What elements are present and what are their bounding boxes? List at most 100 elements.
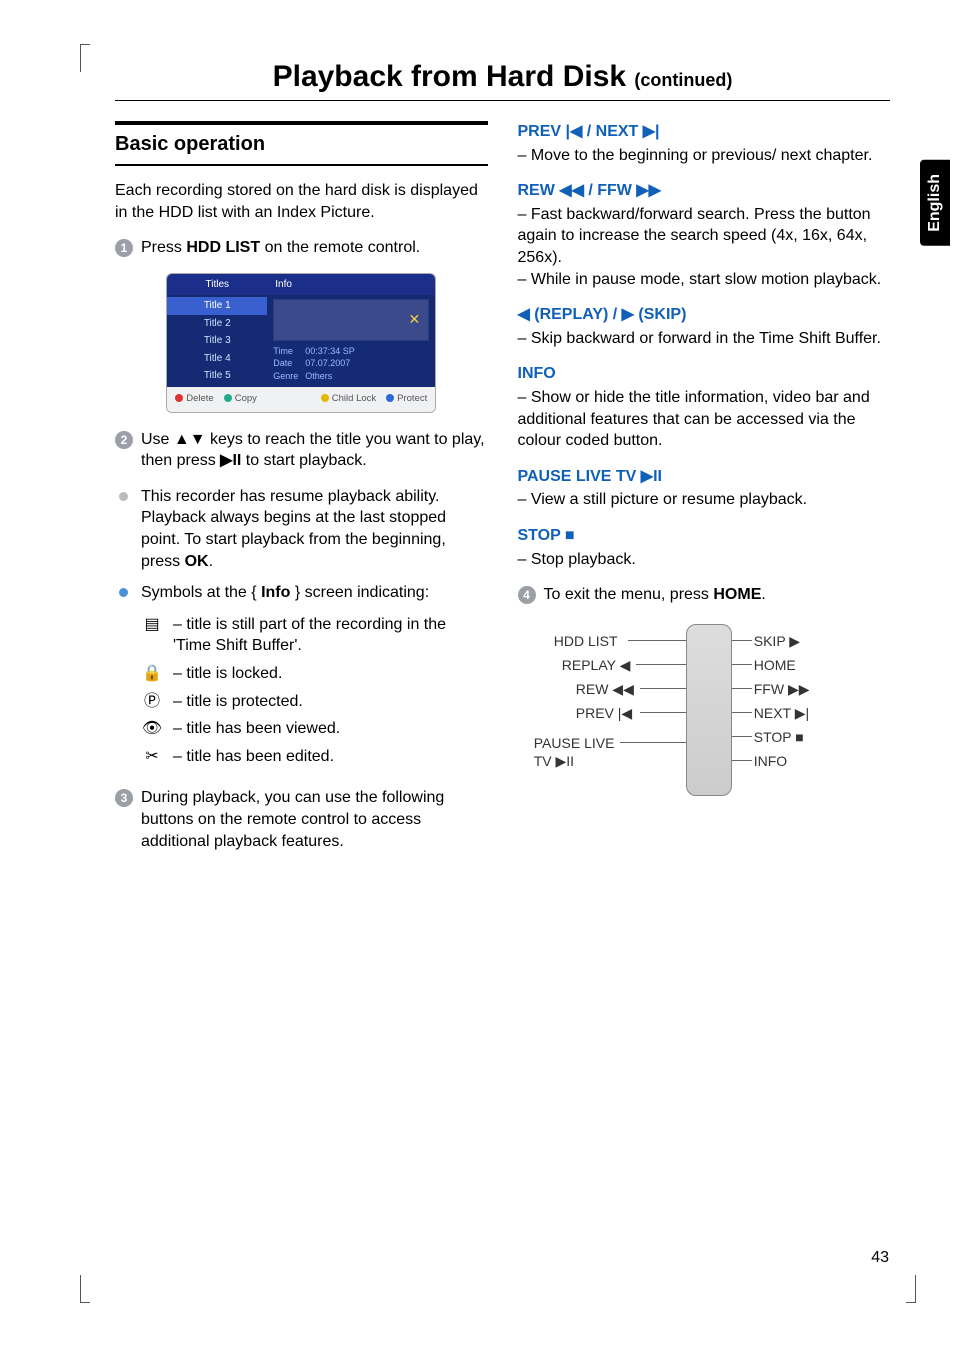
leader-line bbox=[732, 664, 752, 665]
hdd-list-screenshot: Titles Info Title 1 Title 2 Title 3 Titl… bbox=[166, 273, 436, 413]
bullet-resume-b: OK bbox=[185, 553, 209, 570]
hdd-title-row: Title 5 bbox=[167, 367, 267, 385]
remote-label-next: NEXT ▶| bbox=[754, 704, 809, 723]
left-column: Basic operation Each recording stored on… bbox=[115, 121, 488, 866]
page-title-main: Playback from Hard Disk bbox=[273, 60, 626, 93]
symbol-viewed-row: 👁 – title has been viewed. bbox=[115, 718, 488, 740]
symbol-protected-text: – title is protected. bbox=[173, 691, 303, 713]
leader-line bbox=[640, 688, 686, 689]
symbol-locked-text: – title is locked. bbox=[173, 663, 282, 685]
eye-icon: 👁 bbox=[141, 718, 163, 740]
hdd-title-row: Title 1 bbox=[167, 297, 267, 315]
remote-label-home: HOME bbox=[754, 656, 796, 675]
step-3: 3 During playback, you can use the follo… bbox=[115, 787, 488, 852]
page-title: Playback from Hard Disk (continued) bbox=[115, 60, 890, 101]
symbol-locked-row: 🔒 – title is locked. bbox=[115, 663, 488, 685]
step-2-text-b: ▶II bbox=[220, 452, 241, 469]
body-prev-next: – Move to the beginning or previous/ nex… bbox=[518, 145, 891, 167]
step-2: 2 Use ▲▼ keys to reach the title you wan… bbox=[115, 429, 488, 472]
section-heading-basic-operation: Basic operation bbox=[115, 121, 488, 166]
leader-line bbox=[732, 688, 752, 689]
body-rew-ffw-1: – Fast backward/forward search. Press th… bbox=[518, 204, 891, 269]
symbol-viewed-text: – title has been viewed. bbox=[173, 718, 340, 740]
step-number-3-icon: 3 bbox=[115, 789, 133, 807]
scissors-icon: ✂ bbox=[141, 746, 163, 768]
hdd-footer: Delete Copy Child Lock Protect bbox=[167, 387, 435, 412]
leader-line bbox=[732, 640, 752, 641]
tsb-icon: ▤ bbox=[141, 614, 163, 636]
remote-label-pause-2: TV ▶II bbox=[534, 752, 574, 771]
remote-label-rew: REW ◀◀ bbox=[576, 680, 634, 699]
leader-line bbox=[732, 760, 752, 761]
bullet-resume: This recorder has resume playback abilit… bbox=[115, 486, 488, 572]
remote-label-pause-1: PAUSE LIVE bbox=[534, 734, 615, 753]
hdd-meta-time: Time00:37:34 SP bbox=[273, 345, 429, 357]
body-replay-skip: – Skip backward or forward in the Time S… bbox=[518, 328, 891, 350]
hdd-foot-childlock: Child Lock bbox=[321, 393, 376, 406]
step-4-text-c: . bbox=[761, 586, 765, 603]
remote-label-hdd-list: HDD LIST bbox=[554, 632, 618, 651]
heading-pause: PAUSE LIVE TV ▶II bbox=[518, 466, 891, 488]
leader-line bbox=[640, 712, 686, 713]
protected-icon: Ⓟ bbox=[141, 691, 163, 713]
page-number: 43 bbox=[871, 1249, 889, 1267]
leader-line bbox=[732, 736, 752, 737]
remote-label-stop: STOP ■ bbox=[754, 728, 804, 747]
heading-stop: STOP ■ bbox=[518, 525, 891, 547]
remote-label-ffw: FFW ▶▶ bbox=[754, 680, 810, 699]
symbol-edited-text: – title has been edited. bbox=[173, 746, 334, 768]
crop-mark bbox=[80, 1275, 90, 1303]
bullet-symbols-a: Symbols at the { bbox=[141, 584, 261, 601]
step-4-text-a: To exit the menu, press bbox=[544, 586, 714, 603]
right-column: PREV |◀ / NEXT ▶| – Move to the beginnin… bbox=[518, 121, 891, 866]
crop-mark bbox=[906, 1275, 916, 1303]
heading-rew-ffw: REW ◀◀ / FFW ▶▶ bbox=[518, 180, 891, 202]
lock-icon: 🔒 bbox=[141, 663, 163, 685]
body-pause: – View a still picture or resume playbac… bbox=[518, 489, 891, 511]
body-rew-ffw-2: – While in pause mode, start slow motion… bbox=[518, 269, 891, 291]
crop-mark bbox=[80, 44, 90, 72]
heading-prev-next: PREV |◀ / NEXT ▶| bbox=[518, 121, 891, 143]
remote-label-info: INFO bbox=[754, 752, 787, 771]
hdd-title-row: Title 2 bbox=[167, 315, 267, 333]
step-1: 1 Press HDD LIST on the remote control. bbox=[115, 237, 488, 259]
leader-line bbox=[620, 742, 686, 743]
leader-line bbox=[636, 664, 686, 665]
heading-info: INFO bbox=[518, 363, 891, 385]
remote-label-prev: PREV |◀ bbox=[576, 704, 632, 723]
leader-line bbox=[628, 640, 686, 641]
step-2-text-c: to start playback. bbox=[241, 452, 366, 469]
bullet-symbols-c: } screen indicating: bbox=[290, 584, 429, 601]
step-4: 4 To exit the menu, press HOME. bbox=[518, 584, 891, 606]
hdd-meta-genre: GenreOthers bbox=[273, 370, 429, 382]
symbol-edited-row: ✂ – title has been edited. bbox=[115, 746, 488, 768]
page-title-continued: (continued) bbox=[634, 70, 732, 90]
hdd-header: Titles Info bbox=[167, 274, 435, 296]
hdd-title-row: Title 3 bbox=[167, 332, 267, 350]
leader-line bbox=[732, 712, 752, 713]
hdd-title-list: Title 1 Title 2 Title 3 Title 4 Title 5 bbox=[167, 295, 267, 387]
step-number-1-icon: 1 bbox=[115, 239, 133, 257]
symbol-tsb-row: ▤ – title is still part of the recording… bbox=[115, 614, 488, 657]
hdd-info-panel: Time00:37:34 SP Date07.07.2007 GenreOthe… bbox=[267, 295, 435, 387]
language-tab: English bbox=[920, 160, 950, 246]
step-3-text: During playback, you can use the followi… bbox=[141, 789, 444, 849]
step-1-text-b: HDD LIST bbox=[186, 239, 260, 256]
remote-label-replay: REPLAY ◀ bbox=[562, 656, 631, 675]
step-number-4-icon: 4 bbox=[518, 586, 536, 604]
page-content: English Playback from Hard Disk (continu… bbox=[115, 60, 890, 866]
remote-diagram: HDD LIST REPLAY ◀ REW ◀◀ PREV |◀ PAUSE L… bbox=[554, 620, 854, 820]
step-4-text-b: HOME bbox=[713, 586, 761, 603]
symbol-protected-row: Ⓟ – title is protected. bbox=[115, 691, 488, 713]
hdd-foot-copy: Copy bbox=[224, 393, 257, 406]
intro-paragraph: Each recording stored on the hard disk i… bbox=[115, 180, 488, 223]
step-number-2-icon: 2 bbox=[115, 431, 133, 449]
hdd-col-info: Info bbox=[267, 274, 435, 296]
symbol-tsb-text: – title is still part of the recording i… bbox=[173, 614, 488, 657]
hdd-thumbnail bbox=[273, 299, 429, 341]
remote-body-icon bbox=[686, 624, 732, 796]
body-info: – Show or hide the title information, vi… bbox=[518, 387, 891, 452]
bullet-symbols: Symbols at the { Info } screen indicatin… bbox=[115, 582, 488, 604]
bullet-resume-c: . bbox=[209, 553, 213, 570]
hdd-title-row: Title 4 bbox=[167, 350, 267, 368]
